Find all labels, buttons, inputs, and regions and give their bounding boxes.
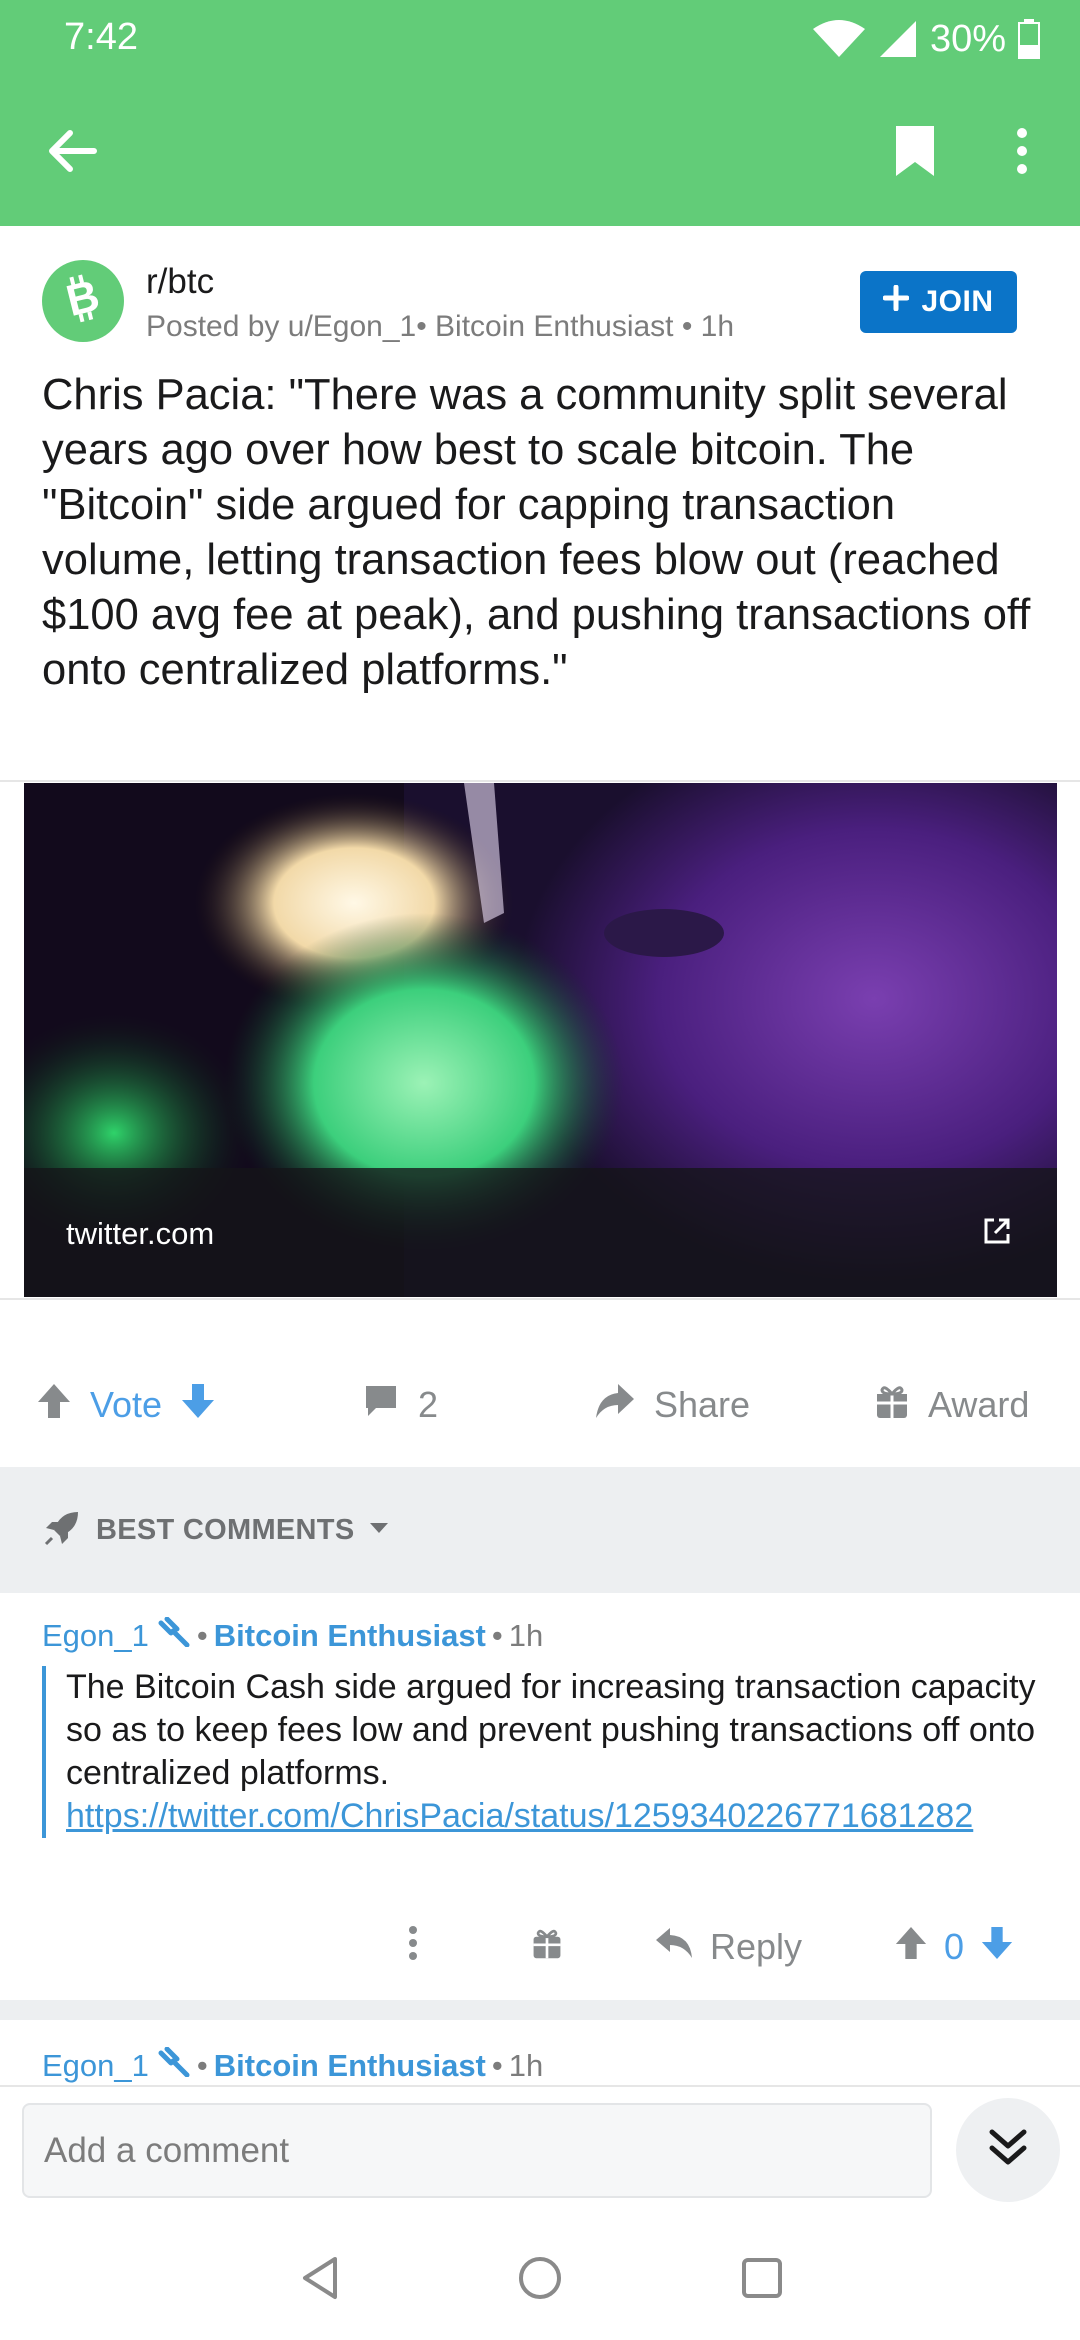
comment-meta: Egon_1 • Bitcoin Enthusiast • 1h xyxy=(42,1616,544,1655)
share-label: Share xyxy=(654,1384,751,1425)
downvote-icon[interactable] xyxy=(180,1382,216,1429)
signal-icon xyxy=(878,19,918,59)
comment-sort-label: BEST COMMENTS xyxy=(96,1513,355,1546)
reply-label: Reply xyxy=(710,1926,803,1967)
more-options-button[interactable] xyxy=(1000,118,1044,188)
comment-body: The Bitcoin Cash side argued for increas… xyxy=(42,1666,1042,1838)
link-domain[interactable]: twitter.com xyxy=(66,1216,214,1252)
gift-icon xyxy=(530,1926,564,1969)
comment-text: The Bitcoin Cash side argued for increas… xyxy=(66,1668,1036,1792)
rocket-icon xyxy=(42,1508,82,1553)
battery-percent: 30% xyxy=(929,17,1006,60)
triangle-back-icon xyxy=(299,2255,341,2306)
comment-count: 2 xyxy=(418,1384,439,1425)
circle-home-icon xyxy=(517,2255,563,2306)
comment-award-button[interactable] xyxy=(530,1912,564,1982)
post-meta: Posted by u/Egon_1• Bitcoin Enthusiast •… xyxy=(146,310,735,343)
next-comment-button[interactable] xyxy=(956,2098,1060,2202)
share-arrow-icon xyxy=(594,1382,636,1429)
moderator-wrench-icon xyxy=(157,2046,191,2085)
app-header: 7:42 30% xyxy=(0,0,1080,226)
reply-button[interactable]: Reply xyxy=(654,1912,802,1982)
wifi-icon xyxy=(812,19,866,59)
external-link-icon[interactable] xyxy=(982,1216,1016,1250)
vote-control: Vote xyxy=(36,1370,216,1440)
status-time: 7:42 xyxy=(64,16,138,58)
bookmark-button[interactable] xyxy=(880,118,950,188)
subreddit-avatar[interactable]: B xyxy=(42,260,124,342)
comment-vote-control: 0 xyxy=(894,1912,1014,1982)
more-vertical-icon xyxy=(1016,127,1028,180)
back-arrow-icon xyxy=(48,129,98,178)
moderator-wrench-icon xyxy=(157,1616,191,1655)
square-recents-icon xyxy=(740,2256,784,2305)
reply-arrow-icon xyxy=(654,1926,694,1969)
upvote-icon[interactable] xyxy=(894,1925,928,1970)
double-chevron-down-icon xyxy=(986,2126,1030,2175)
comment-bubble-icon xyxy=(362,1382,400,1429)
back-button[interactable] xyxy=(38,118,108,188)
nav-back-button[interactable] xyxy=(290,2250,350,2310)
comment-more-button[interactable] xyxy=(408,1912,418,1982)
add-comment-input[interactable] xyxy=(22,2103,932,2198)
post-actions: Vote 2 Share Award xyxy=(0,1370,1080,1440)
comment-time: 1h xyxy=(508,2048,544,2083)
nav-home-button[interactable] xyxy=(510,2250,570,2310)
downvote-icon[interactable] xyxy=(980,1925,1014,1970)
comments-button[interactable]: 2 xyxy=(362,1370,438,1440)
bitcoin-cash-logo-icon: B xyxy=(53,269,113,334)
gift-icon xyxy=(874,1382,910,1429)
system-navigation-bar xyxy=(0,2220,1080,2340)
vote-label: Vote xyxy=(90,1384,163,1425)
comment-score: 0 xyxy=(944,1926,965,1967)
comment-link[interactable]: https://twitter.com/ChrisPacia/status/12… xyxy=(66,1797,973,1835)
share-button[interactable]: Share xyxy=(594,1370,750,1440)
comment-divider xyxy=(0,2000,1080,2020)
subreddit-name[interactable]: r/btc xyxy=(146,262,214,302)
post-title: Chris Pacia: "There was a community spli… xyxy=(42,371,1031,694)
chevron-down-icon xyxy=(368,1521,390,1540)
comment-author[interactable]: Egon_1 xyxy=(42,2048,149,2084)
join-button[interactable]: JOIN xyxy=(860,271,1017,333)
comment-author-flair: Bitcoin Enthusiast xyxy=(213,2048,486,2083)
battery-icon xyxy=(1018,19,1040,59)
comment-author-flair: Bitcoin Enthusiast xyxy=(213,1618,486,1653)
more-vertical-icon xyxy=(408,1925,418,1970)
bookmark-icon xyxy=(894,124,936,183)
comment-author[interactable]: Egon_1 xyxy=(42,1618,149,1654)
comment-sort-selector[interactable]: BEST COMMENTS xyxy=(0,1467,1080,1593)
comment-meta: Egon_1 • Bitcoin Enthusiast • 1h xyxy=(42,2046,544,2085)
award-label: Award xyxy=(928,1384,1030,1425)
upvote-icon[interactable] xyxy=(36,1382,72,1429)
nav-recents-button[interactable] xyxy=(732,2250,792,2310)
award-button[interactable]: Award xyxy=(874,1370,1029,1440)
plus-icon xyxy=(882,284,910,319)
status-indicators: 30% xyxy=(812,14,1040,64)
comment-actions: Reply 0 xyxy=(0,1912,1080,1982)
join-label: JOIN xyxy=(921,285,994,318)
comment-time: 1h xyxy=(508,1618,544,1653)
